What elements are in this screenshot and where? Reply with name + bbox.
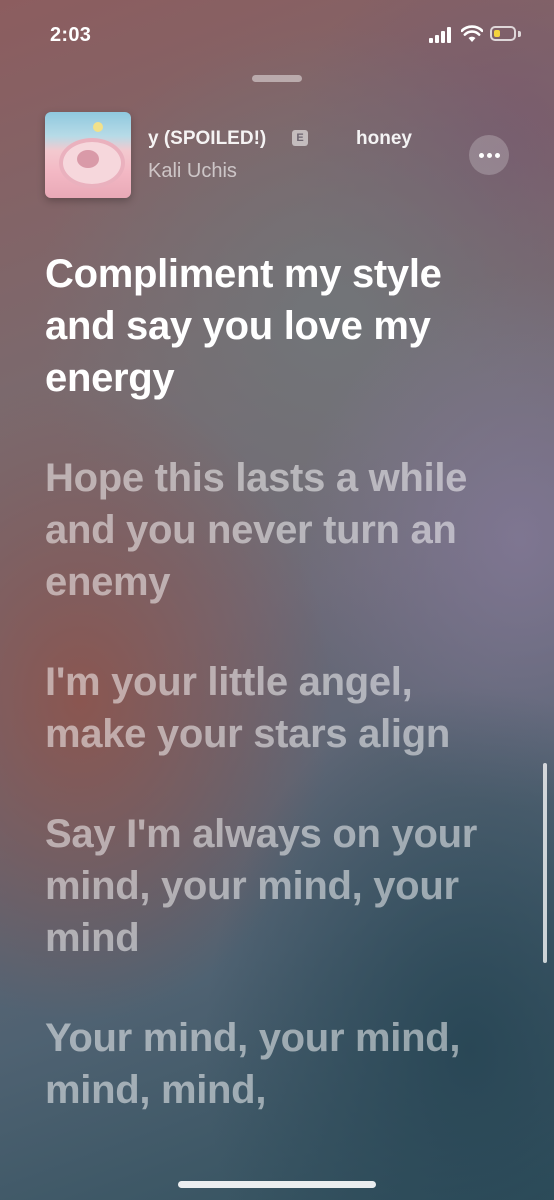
song-title[interactable]: y (SPOILED!) [148,128,266,150]
ellipsis-icon [478,152,484,158]
lyric-line-current[interactable]: Compliment my style and say you love my … [45,248,485,404]
status-time: 2:03 [50,24,92,46]
ellipsis-icon [486,152,492,158]
lyric-line[interactable]: Say I'm always on your mind, your mind, … [45,808,485,964]
sheet-grabber[interactable] [252,75,302,82]
lyrics-scrollbar[interactable] [543,763,547,963]
battery-icon [490,26,516,41]
artwork-detail [77,150,99,168]
home-indicator[interactable] [178,1181,376,1188]
cellular-signal-icon [429,27,455,43]
artist-name[interactable]: Kali Uchis [148,160,237,183]
lyric-line[interactable]: Hope this lasts a while and you never tu… [45,452,485,608]
lyric-line[interactable]: I'm your little angel, make your stars a… [45,656,485,760]
album-artwork[interactable] [45,112,131,198]
wifi-icon [461,25,483,42]
artwork-detail [93,122,103,132]
song-title-marquee-next[interactable]: honey [356,128,412,150]
battery-tip [518,31,521,37]
explicit-badge: E [292,130,308,146]
ellipsis-icon [494,152,500,158]
status-bar: 2:03 [0,0,554,70]
lyrics-view[interactable]: Compliment my style and say you love my … [45,248,485,1164]
more-options-button[interactable] [469,135,509,175]
lyric-line[interactable]: Your mind, your mind, mind, mind, [45,1012,485,1116]
battery-level [494,30,500,37]
